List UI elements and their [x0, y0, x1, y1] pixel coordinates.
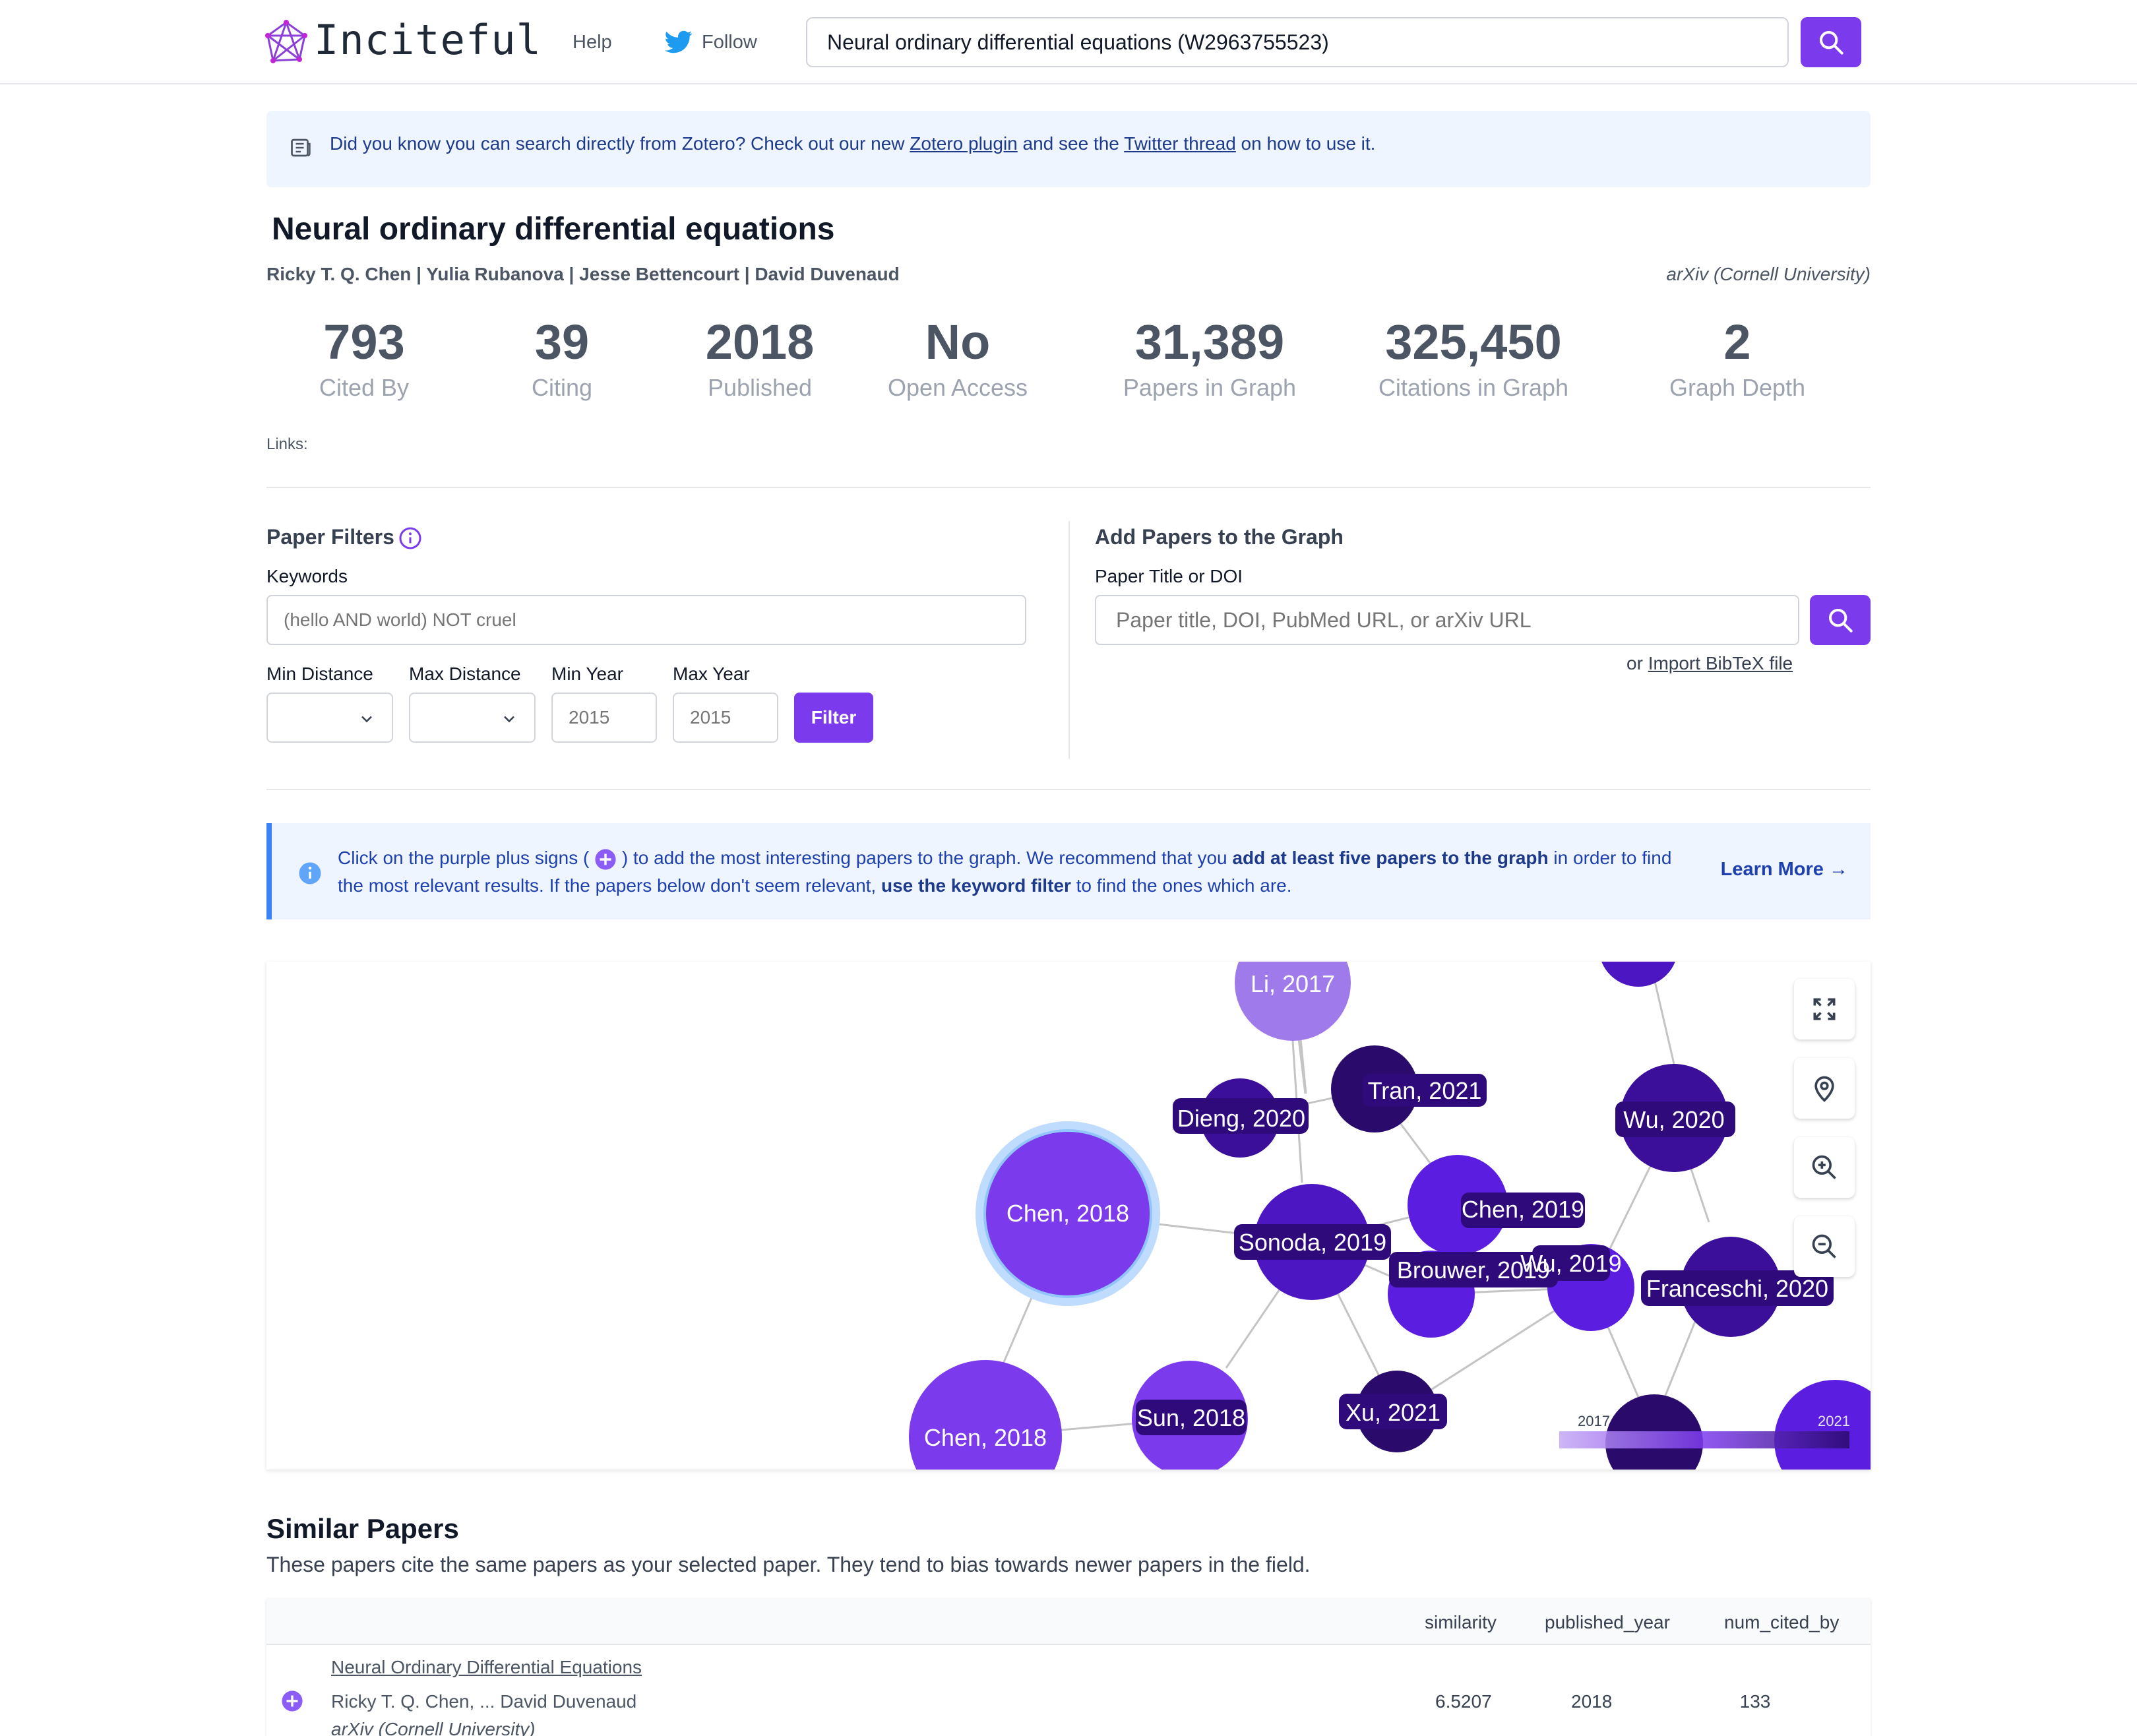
paper-venue: arXiv (Cornell University) [1666, 264, 1871, 284]
paper-row-venue: arXiv (Cornell University) [331, 1719, 536, 1736]
column-header-similarity[interactable]: similarity [1425, 1612, 1497, 1633]
similar-papers-table: similarity published_year num_cited_by N… [266, 1599, 1871, 1736]
chevron-down-icon [361, 716, 372, 723]
graph-node-label[interactable]: Chen, 2018 [924, 1424, 1047, 1451]
divider [266, 487, 1871, 488]
import-bibtex-link[interactable]: Import BibTeX file [1648, 653, 1793, 673]
inciteful-logo-icon[interactable] [264, 20, 309, 65]
min-distance-label: Min Distance [266, 664, 373, 684]
header-search-input[interactable]: Neural ordinary differential equations (… [806, 17, 1789, 67]
header-search-button[interactable] [1801, 17, 1861, 67]
graph-node-label[interactable]: Franceschi, 2020 [1646, 1275, 1828, 1302]
graph-node-label[interactable]: Wu, 2019 [1520, 1250, 1621, 1277]
chevron-down-icon [504, 716, 514, 723]
zoom-out-button[interactable] [1794, 1216, 1855, 1277]
graph-node-label[interactable]: Chen, 2018 [1007, 1200, 1129, 1227]
graph-canvas[interactable]: Li, 2017 Dieng, 2020 Tran, 2021 Wu, 2020… [266, 962, 1871, 1470]
twitter-icon[interactable] [665, 30, 693, 54]
legend-min-year: 2017 [1578, 1413, 1610, 1429]
stat-graph-depth: 2 Graph Depth [1669, 315, 1806, 402]
column-divider [1068, 521, 1070, 759]
paper-row-published-year: 2018 [1571, 1691, 1613, 1712]
paper-row-similarity: 6.5207 [1435, 1691, 1492, 1712]
newspaper-icon [289, 136, 313, 160]
legend-max-year: 2021 [1818, 1413, 1850, 1429]
paper-title-link[interactable]: Neural Ordinary Differential Equations [331, 1657, 642, 1678]
max-distance-select[interactable] [409, 693, 536, 743]
zoom-in-button[interactable] [1794, 1137, 1855, 1198]
search-icon [1820, 31, 1843, 55]
paper-row-num-cited-by: 133 [1739, 1691, 1771, 1712]
max-distance-label: Max Distance [409, 664, 521, 684]
year-color-legend [1559, 1431, 1849, 1448]
table-header: similarity published_year num_cited_by [266, 1599, 1871, 1645]
center-graph-button[interactable] [1794, 1058, 1855, 1119]
info-icon[interactable] [398, 526, 422, 550]
add-to-graph-icon[interactable] [281, 1690, 303, 1712]
paper-authors: Ricky T. Q. Chen | Yulia Rubanova | Jess… [266, 264, 900, 284]
paper-title: Neural ordinary differential equations [272, 212, 835, 247]
graph-node-label[interactable]: Sonoda, 2019 [1239, 1229, 1386, 1256]
follow-link[interactable]: Follow [702, 32, 757, 53]
zoom-in-icon [1812, 1155, 1836, 1179]
max-year-input[interactable] [673, 693, 778, 743]
keywords-input[interactable] [266, 595, 1026, 645]
info-text: Click on the purple plus signs ( ) to ad… [338, 848, 1672, 896]
graph-node-label[interactable]: Li, 2017 [1251, 970, 1335, 997]
paper-row-authors: Ricky T. Q. Chen, ... David Duvenaud [331, 1691, 637, 1712]
min-year-input[interactable] [551, 693, 657, 743]
logo-text[interactable]: Inciteful [314, 16, 542, 64]
paper-filters-title: Paper Filters [266, 525, 394, 549]
stat-citations-in-graph: 325,450 Citations in Graph [1378, 315, 1569, 402]
filter-button[interactable]: Filter [794, 693, 873, 743]
add-paper-search-button[interactable] [1810, 595, 1871, 645]
import-bibtex: or Import BibTeX file [1626, 653, 1793, 673]
stat-published: 2018 Published [705, 315, 815, 402]
stat-cited-by: 793 Cited By [319, 315, 410, 402]
plus-circle-icon [595, 849, 616, 870]
fullscreen-button[interactable] [1794, 979, 1855, 1039]
graph-node-label[interactable]: Dieng, 2020 [1177, 1105, 1305, 1132]
zotero-plugin-link[interactable]: Zotero plugin [910, 133, 1017, 154]
search-icon [1829, 609, 1853, 633]
graph-node-label[interactable]: Sun, 2018 [1137, 1404, 1245, 1431]
links-label: Links: [266, 435, 308, 453]
graph-node-label[interactable]: Chen, 2019 [1462, 1196, 1584, 1223]
stat-citing: 39 Citing [531, 315, 593, 402]
similar-papers-title: Similar Papers [266, 1513, 459, 1544]
min-distance-select[interactable] [266, 693, 393, 743]
top-navbar: Inciteful Help Follow Neural ordinary di… [0, 0, 2137, 84]
table-row: Neural Ordinary Differential Equations R… [266, 1645, 1871, 1736]
stat-open-access: No Open Access [887, 315, 1028, 402]
stat-papers-in-graph: 31,389 Papers in Graph [1123, 315, 1297, 402]
zotero-announcement-banner: Did you know you can search directly fro… [266, 111, 1871, 187]
paper-title-doi-label: Paper Title or DOI [1095, 566, 1243, 586]
min-year-label: Min Year [551, 664, 623, 684]
graph-node-label[interactable]: Tran, 2021 [1368, 1077, 1482, 1104]
twitter-thread-link[interactable]: Twitter thread [1124, 133, 1236, 154]
learn-more-link[interactable]: Learn More → [1721, 859, 1848, 881]
help-link[interactable]: Help [573, 32, 612, 53]
zotero-banner-text: Did you know you can search directly fro… [330, 133, 1376, 154]
graph-node-label[interactable]: Xu, 2021 [1346, 1399, 1440, 1426]
expand-icon [1813, 998, 1836, 1020]
column-header-num-cited-by[interactable]: num_cited_by [1724, 1612, 1839, 1633]
map-pin-icon [1814, 1076, 1834, 1102]
zoom-out-icon [1812, 1234, 1836, 1258]
column-header-published-year[interactable]: published_year [1545, 1612, 1670, 1633]
add-papers-title: Add Papers to the Graph [1095, 525, 1344, 549]
divider [266, 789, 1871, 790]
add-paper-input[interactable] [1095, 595, 1799, 645]
max-year-label: Max Year [673, 664, 750, 684]
citation-graph[interactable]: Li, 2017 Dieng, 2020 Tran, 2021 Wu, 2020… [266, 962, 1871, 1470]
info-alert: Click on the purple plus signs ( ) to ad… [266, 823, 1871, 919]
graph-node-label[interactable]: Wu, 2020 [1623, 1106, 1724, 1133]
similar-papers-subtitle: These papers cite the same papers as you… [266, 1553, 1311, 1576]
info-circle-icon [298, 861, 322, 885]
keywords-label: Keywords [266, 566, 348, 586]
